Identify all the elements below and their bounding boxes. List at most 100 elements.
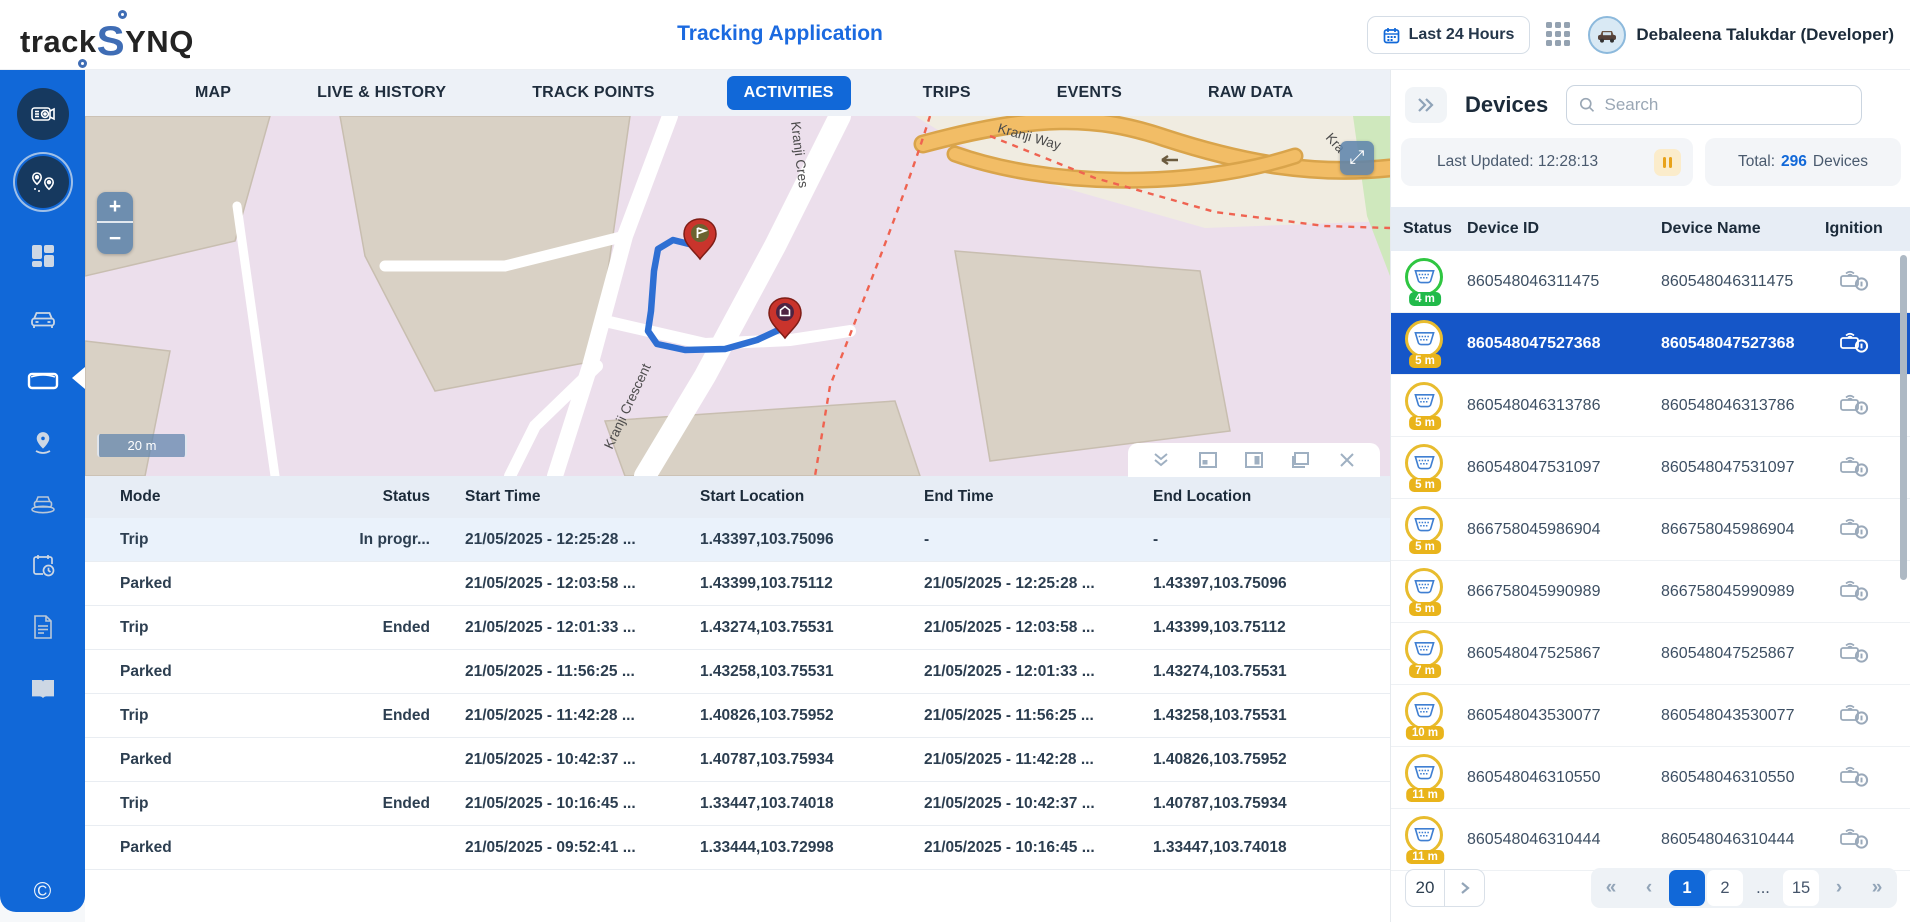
guide-icon[interactable] (17, 663, 69, 715)
page-title: Tracking Application (677, 22, 883, 46)
last-page-button[interactable]: » (1859, 870, 1895, 906)
status-badge: 11 m (1406, 788, 1444, 802)
location-icon[interactable] (17, 417, 69, 469)
ignition-icon (1825, 763, 1910, 792)
device-row[interactable]: 7 m 860548047525867 860548047525867 (1391, 623, 1910, 685)
device-status-icon (1405, 320, 1443, 358)
zoom-out-button[interactable]: − (97, 223, 133, 254)
device-row[interactable]: 10 m 860548043530077 860548043530077 (1391, 685, 1910, 747)
dock-right-icon[interactable] (1241, 447, 1267, 473)
activity-row[interactable]: Parked 21/05/2025 - 11:56:25 ... 1.43258… (85, 650, 1390, 694)
device-status-icon (1405, 630, 1443, 668)
collapse-down-icon[interactable] (1148, 447, 1174, 473)
time-range-button[interactable]: Last 24 Hours (1367, 16, 1531, 54)
total-devices-box: Total: 296 Devices (1705, 138, 1901, 186)
route-pins-icon[interactable] (17, 156, 69, 208)
tab-track-points[interactable]: TRACK POINTS (518, 76, 668, 110)
activity-row[interactable]: Trip Ended 21/05/2025 - 11:42:28 ... 1.4… (85, 694, 1390, 738)
devices-panel: Devices Last Updated: 12:28:13 Total: 29… (1390, 70, 1910, 922)
activity-row[interactable]: Parked 21/05/2025 - 10:42:37 ... 1.40787… (85, 738, 1390, 782)
map-canvas[interactable]: Kranji Cres Kranji Crescent Kranji Way K… (85, 116, 1390, 476)
tab-events[interactable]: EVENTS (1043, 76, 1136, 110)
user-menu[interactable]: Debaleena Talukdar (Developer) (1588, 16, 1894, 54)
activity-row[interactable]: Parked 21/05/2025 - 12:03:58 ... 1.43399… (85, 562, 1390, 606)
logo-s: S (97, 17, 126, 64)
device-row[interactable]: 5 m 860548046313786 860548046313786 (1391, 375, 1910, 437)
zoom-in-button[interactable]: + (97, 192, 133, 223)
device-search[interactable] (1566, 85, 1862, 125)
page-15-button[interactable]: 15 (1783, 870, 1819, 906)
tab-activities[interactable]: ACTIVITIES (727, 76, 851, 110)
ignition-icon (1825, 701, 1910, 730)
search-icon (1579, 96, 1595, 114)
report-icon[interactable] (17, 601, 69, 653)
calendar-icon (1383, 27, 1400, 44)
tab-raw-data[interactable]: RAW DATA (1194, 76, 1307, 110)
activity-row[interactable]: Trip Ended 21/05/2025 - 10:16:45 ... 1.3… (85, 782, 1390, 826)
page-size-value[interactable]: 20 (1405, 869, 1445, 907)
dashboard-icon[interactable] (17, 230, 69, 282)
device-icon[interactable] (17, 355, 69, 407)
col-start-time: Start Time (430, 488, 700, 506)
prev-page-button[interactable]: ‹ (1631, 870, 1667, 906)
activity-row[interactable]: Trip Ended 21/05/2025 - 12:01:33 ... 1.4… (85, 606, 1390, 650)
status-badge: 5 m (1409, 354, 1441, 368)
collapse-panel-button[interactable] (1405, 87, 1447, 123)
driver-icon[interactable] (17, 477, 69, 529)
ignition-icon (1825, 639, 1910, 668)
device-row[interactable]: 11 m 860548046310550 860548046310550 (1391, 747, 1910, 809)
device-row[interactable]: 5 m 866758045990989 866758045990989 (1391, 561, 1910, 623)
next-page-button[interactable]: › (1821, 870, 1857, 906)
close-icon[interactable] (1334, 447, 1360, 473)
expand-map-button[interactable]: ⤢ (1340, 141, 1374, 175)
activities-toolbar (1128, 443, 1380, 477)
search-input[interactable] (1605, 95, 1850, 115)
pagination: « ‹ 1 2 ... 15 › » (1591, 868, 1897, 908)
col-status: Status (1391, 220, 1467, 238)
map-scale-bar: 20 m (97, 434, 187, 457)
devices-footer: 20 « ‹ 1 2 ... 15 › » (1391, 868, 1910, 908)
col-ignition: Ignition (1825, 220, 1910, 238)
devices-title: Devices (1465, 92, 1548, 118)
devices-header-row: Status Device ID Device Name Ignition (1391, 207, 1910, 251)
first-page-button[interactable]: « (1593, 870, 1629, 906)
page-1-button[interactable]: 1 (1669, 870, 1705, 906)
avatar-car-icon (1596, 27, 1618, 43)
ignition-icon (1825, 391, 1910, 420)
tab-trips[interactable]: TRIPS (909, 76, 985, 110)
status-badge: 5 m (1409, 416, 1441, 430)
vehicle-icon[interactable] (17, 293, 69, 345)
ignition-icon (1825, 329, 1910, 358)
page-ellipsis: ... (1745, 870, 1781, 906)
device-status-icon (1405, 506, 1443, 544)
activity-row[interactable]: Parked 21/05/2025 - 09:52:41 ... 1.33444… (85, 826, 1390, 870)
brand-logo[interactable]: trackSYNQ (20, 14, 194, 62)
apps-grid-icon[interactable] (1546, 22, 1572, 48)
activity-row[interactable]: Trip In progr... 21/05/2025 - 12:25:28 .… (85, 518, 1390, 562)
tab-map[interactable]: MAP (181, 76, 245, 110)
device-row[interactable]: 5 m 860548047527368 860548047527368 (1391, 313, 1910, 375)
ignition-icon (1825, 577, 1910, 606)
page-size-expand-button[interactable] (1445, 869, 1485, 907)
tab-live-history[interactable]: LIVE & HISTORY (303, 76, 460, 110)
device-status-icon (1405, 568, 1443, 606)
user-name: Debaleena Talukdar (Developer) (1636, 25, 1894, 45)
device-row[interactable]: 4 m 860548046311475 860548046311475 (1391, 251, 1910, 313)
devices-list: 4 m 860548046311475 860548046311475 5 m … (1391, 251, 1910, 873)
active-nav-arrow (72, 367, 85, 389)
device-row[interactable]: 11 m 860548046310444 860548046310444 (1391, 809, 1910, 871)
scrollbar-thumb[interactable] (1900, 255, 1907, 580)
device-row[interactable]: 5 m 866758045986904 866758045986904 (1391, 499, 1910, 561)
last-updated-box: Last Updated: 12:28:13 (1401, 138, 1693, 186)
schedule-icon[interactable] (17, 539, 69, 591)
page-2-button[interactable]: 2 (1707, 870, 1743, 906)
duplicate-icon[interactable] (1287, 447, 1313, 473)
chevron-double-right-icon (1416, 97, 1436, 113)
device-status-icon (1405, 754, 1443, 792)
col-start-location: Start Location (700, 488, 924, 506)
pause-refresh-button[interactable] (1654, 149, 1681, 176)
dashcam-icon[interactable] (17, 88, 69, 140)
dock-left-icon[interactable] (1195, 447, 1221, 473)
copyright-icon[interactable]: © (17, 866, 69, 918)
device-row[interactable]: 5 m 860548047531097 860548047531097 (1391, 437, 1910, 499)
